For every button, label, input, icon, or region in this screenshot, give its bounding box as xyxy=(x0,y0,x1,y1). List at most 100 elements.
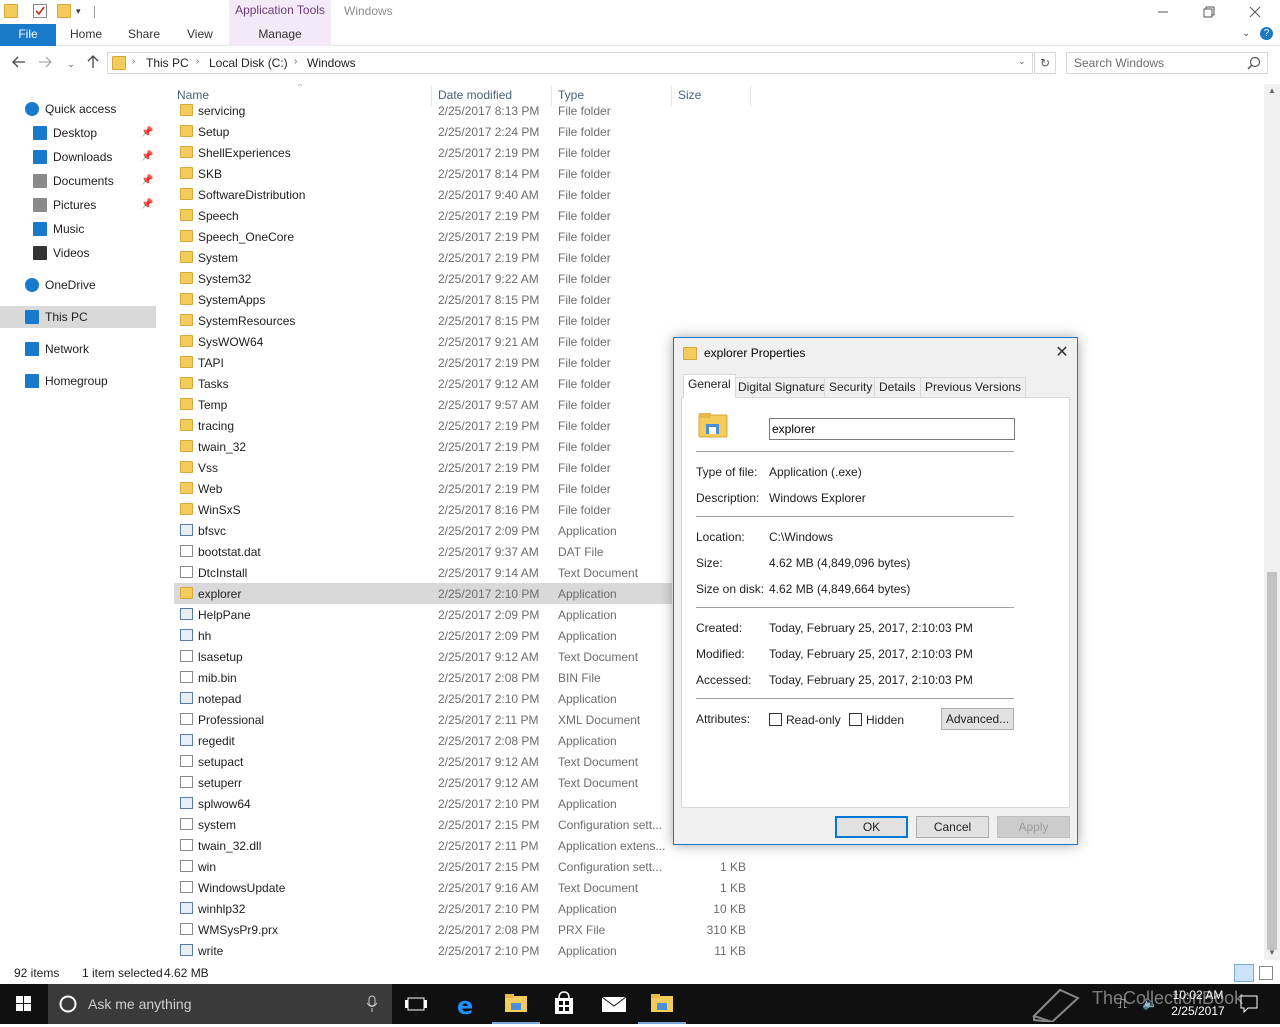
file-row[interactable]: Vss 2/25/2017 2:19 PM File folder xyxy=(174,457,672,478)
file-row[interactable]: DtcInstall 2/25/2017 9:14 AM Text Document xyxy=(174,562,672,583)
column-header-size[interactable]: Size xyxy=(678,88,701,102)
file-row[interactable]: WMSysPr9.prx 2/25/2017 2:08 PM PRX File 310… xyxy=(174,919,746,940)
sidebar-item-videos[interactable]: Videos xyxy=(0,242,156,264)
file-explorer-window-icon[interactable] xyxy=(638,984,686,1024)
forward-button[interactable] xyxy=(36,55,54,73)
mail-icon[interactable] xyxy=(590,984,638,1024)
recent-locations-button[interactable]: ⌄ xyxy=(62,55,80,73)
cortana-search-box[interactable]: Ask me anything xyxy=(48,984,392,1024)
tab-file[interactable]: File xyxy=(0,24,56,46)
file-row[interactable]: SystemApps 2/25/2017 8:15 PM File folder xyxy=(174,289,672,310)
store-icon[interactable] xyxy=(540,984,588,1024)
scroll-down-icon[interactable]: ▼ xyxy=(1268,948,1276,957)
search-input[interactable]: Search Windows xyxy=(1066,52,1268,74)
file-row[interactable]: setuperr 2/25/2017 9:12 AM Text Document xyxy=(174,772,672,793)
tab-digital-signatures[interactable]: Digital Signatures xyxy=(733,377,838,398)
sidebar-item-network[interactable]: Network xyxy=(0,338,156,360)
file-row[interactable]: System 2/25/2017 2:19 PM File folder xyxy=(174,247,672,268)
scrollbar-thumb[interactable] xyxy=(1267,572,1277,950)
address-bar[interactable]: › This PC › Local Disk (C:) › Windows ⌄ xyxy=(107,52,1033,74)
edge-icon[interactable]: e xyxy=(443,984,491,1024)
tab-general[interactable]: General xyxy=(683,374,736,398)
microphone-icon[interactable] xyxy=(366,995,378,1013)
up-button[interactable] xyxy=(84,55,102,73)
clock[interactable]: 10:02 AM 2/25/2017 xyxy=(1160,987,1236,1019)
chevron-right-icon[interactable]: › xyxy=(294,56,297,67)
action-center-icon[interactable] xyxy=(1240,994,1258,1014)
file-row[interactable]: splwow64 2/25/2017 2:10 PM Application xyxy=(174,793,672,814)
sidebar-item-documents[interactable]: Documents 📌 xyxy=(0,170,156,192)
close-icon[interactable]: ✕ xyxy=(1051,342,1073,364)
sidebar-item-pictures[interactable]: Pictures 📌 xyxy=(0,194,156,216)
file-row[interactable]: lsasetup 2/25/2017 9:12 AM Text Document xyxy=(174,646,672,667)
breadcrumb-windows[interactable]: Windows xyxy=(307,56,356,70)
file-row[interactable]: setupact 2/25/2017 9:12 AM Text Document xyxy=(174,751,672,772)
sidebar-item-homegroup[interactable]: Homegroup xyxy=(0,370,156,392)
pin-icon[interactable]: 📌 xyxy=(141,170,153,192)
ok-button[interactable]: OK xyxy=(835,816,908,838)
file-row[interactable]: SystemResources 2/25/2017 8:15 PM File fol… xyxy=(174,310,672,331)
sidebar-item-onedrive[interactable]: OneDrive xyxy=(0,274,156,296)
file-row[interactable]: TAPI 2/25/2017 2:19 PM File folder xyxy=(174,352,672,373)
tab-home[interactable]: Home xyxy=(70,24,102,46)
file-row[interactable]: regedit 2/25/2017 2:08 PM Application xyxy=(174,730,672,751)
address-dropdown-icon[interactable]: ⌄ xyxy=(1018,56,1026,67)
help-icon[interactable]: ? xyxy=(1260,27,1273,40)
start-button[interactable] xyxy=(0,984,48,1024)
file-row[interactable]: winhlp32 2/25/2017 2:10 PM Application 10 K… xyxy=(174,898,746,919)
file-row[interactable]: WindowsUpdate 2/25/2017 9:16 AM Text Docum… xyxy=(174,877,746,898)
chevron-right-icon[interactable]: › xyxy=(132,56,135,67)
file-row[interactable]: Setup 2/25/2017 2:24 PM File folder xyxy=(174,121,672,142)
details-view-icon[interactable] xyxy=(1234,964,1254,982)
sidebar-item-downloads[interactable]: Downloads 📌 xyxy=(0,146,156,168)
file-row[interactable]: Web 2/25/2017 2:19 PM File folder xyxy=(174,478,672,499)
sidebar-item-this-pc[interactable]: This PC xyxy=(0,306,156,328)
file-row[interactable]: Speech_OneCore 2/25/2017 2:19 PM File fold… xyxy=(174,226,672,247)
volume-icon[interactable]: 🔈 xyxy=(1142,995,1158,1011)
file-row[interactable]: WinSxS 2/25/2017 8:16 PM File folder xyxy=(174,499,672,520)
hidden-checkbox[interactable] xyxy=(849,713,862,726)
file-row[interactable]: Tasks 2/25/2017 9:12 AM File folder xyxy=(174,373,672,394)
file-row[interactable]: bootstat.dat 2/25/2017 9:37 AM DAT File xyxy=(174,541,672,562)
breadcrumb-local-disk[interactable]: Local Disk (C:) xyxy=(209,56,288,70)
tab-manage[interactable]: Manage xyxy=(229,23,331,46)
customize-qat-icon[interactable]: ▾ xyxy=(76,4,90,18)
file-row[interactable]: SKB 2/25/2017 8:14 PM File folder xyxy=(174,163,672,184)
advanced-button[interactable]: Advanced... xyxy=(941,708,1014,730)
scroll-up-icon[interactable]: ▲ xyxy=(1268,86,1276,95)
file-row[interactable]: Speech 2/25/2017 2:19 PM File folder xyxy=(174,205,672,226)
read-only-label[interactable]: Read-only xyxy=(786,713,841,727)
new-folder-icon[interactable] xyxy=(57,4,71,18)
network-tray-icon[interactable]: ⎍ xyxy=(1118,996,1127,1012)
sidebar-item-desktop[interactable]: Desktop 📌 xyxy=(0,122,156,144)
file-row[interactable]: System32 2/25/2017 9:22 AM File folder xyxy=(174,268,672,289)
sidebar-item-music[interactable]: Music xyxy=(0,218,156,240)
file-row[interactable]: hh 2/25/2017 2:09 PM Application xyxy=(174,625,672,646)
vertical-scrollbar[interactable]: ▲ ▼ xyxy=(1264,84,1280,960)
chevron-right-icon[interactable]: › xyxy=(196,56,199,67)
file-row[interactable]: win 2/25/2017 2:15 PM Configuration sett..… xyxy=(174,856,746,877)
file-row[interactable]: HelpPane 2/25/2017 2:09 PM Application xyxy=(174,604,672,625)
task-view-icon[interactable] xyxy=(392,984,440,1024)
back-button[interactable] xyxy=(10,55,28,73)
cancel-button[interactable]: Cancel xyxy=(916,816,989,838)
close-window-button[interactable] xyxy=(1232,0,1278,22)
search-icon[interactable] xyxy=(1246,56,1262,72)
file-row[interactable]: twain_32.dll 2/25/2017 2:11 PM Application… xyxy=(174,835,672,856)
file-row[interactable]: bfsvc 2/25/2017 2:09 PM Application xyxy=(174,520,672,541)
refresh-button[interactable]: ↻ xyxy=(1034,52,1056,74)
pin-icon[interactable]: 📌 xyxy=(141,122,153,144)
apply-button[interactable]: Apply xyxy=(997,816,1070,838)
file-row[interactable]: Professional 2/25/2017 2:11 PM XML Documen… xyxy=(174,709,672,730)
minimize-button[interactable] xyxy=(1140,0,1186,22)
file-row[interactable]: write 2/25/2017 2:10 PM Application 11 KB xyxy=(174,940,746,960)
restore-button[interactable] xyxy=(1186,0,1232,22)
file-row[interactable]: tracing 2/25/2017 2:19 PM File folder xyxy=(174,415,672,436)
pin-icon[interactable]: 📌 xyxy=(141,194,153,216)
tab-previous-versions[interactable]: Previous Versions xyxy=(920,377,1027,398)
file-row[interactable]: servicing 2/25/2017 8:13 PM File folder xyxy=(174,100,672,121)
expand-ribbon-icon[interactable]: ⌄ xyxy=(1242,28,1250,39)
tab-security[interactable]: Security xyxy=(824,377,878,398)
file-row[interactable]: system 2/25/2017 2:15 PM Configuration set… xyxy=(174,814,672,835)
file-row[interactable]: SoftwareDistribution 2/25/2017 9:40 AM Fil… xyxy=(174,184,672,205)
